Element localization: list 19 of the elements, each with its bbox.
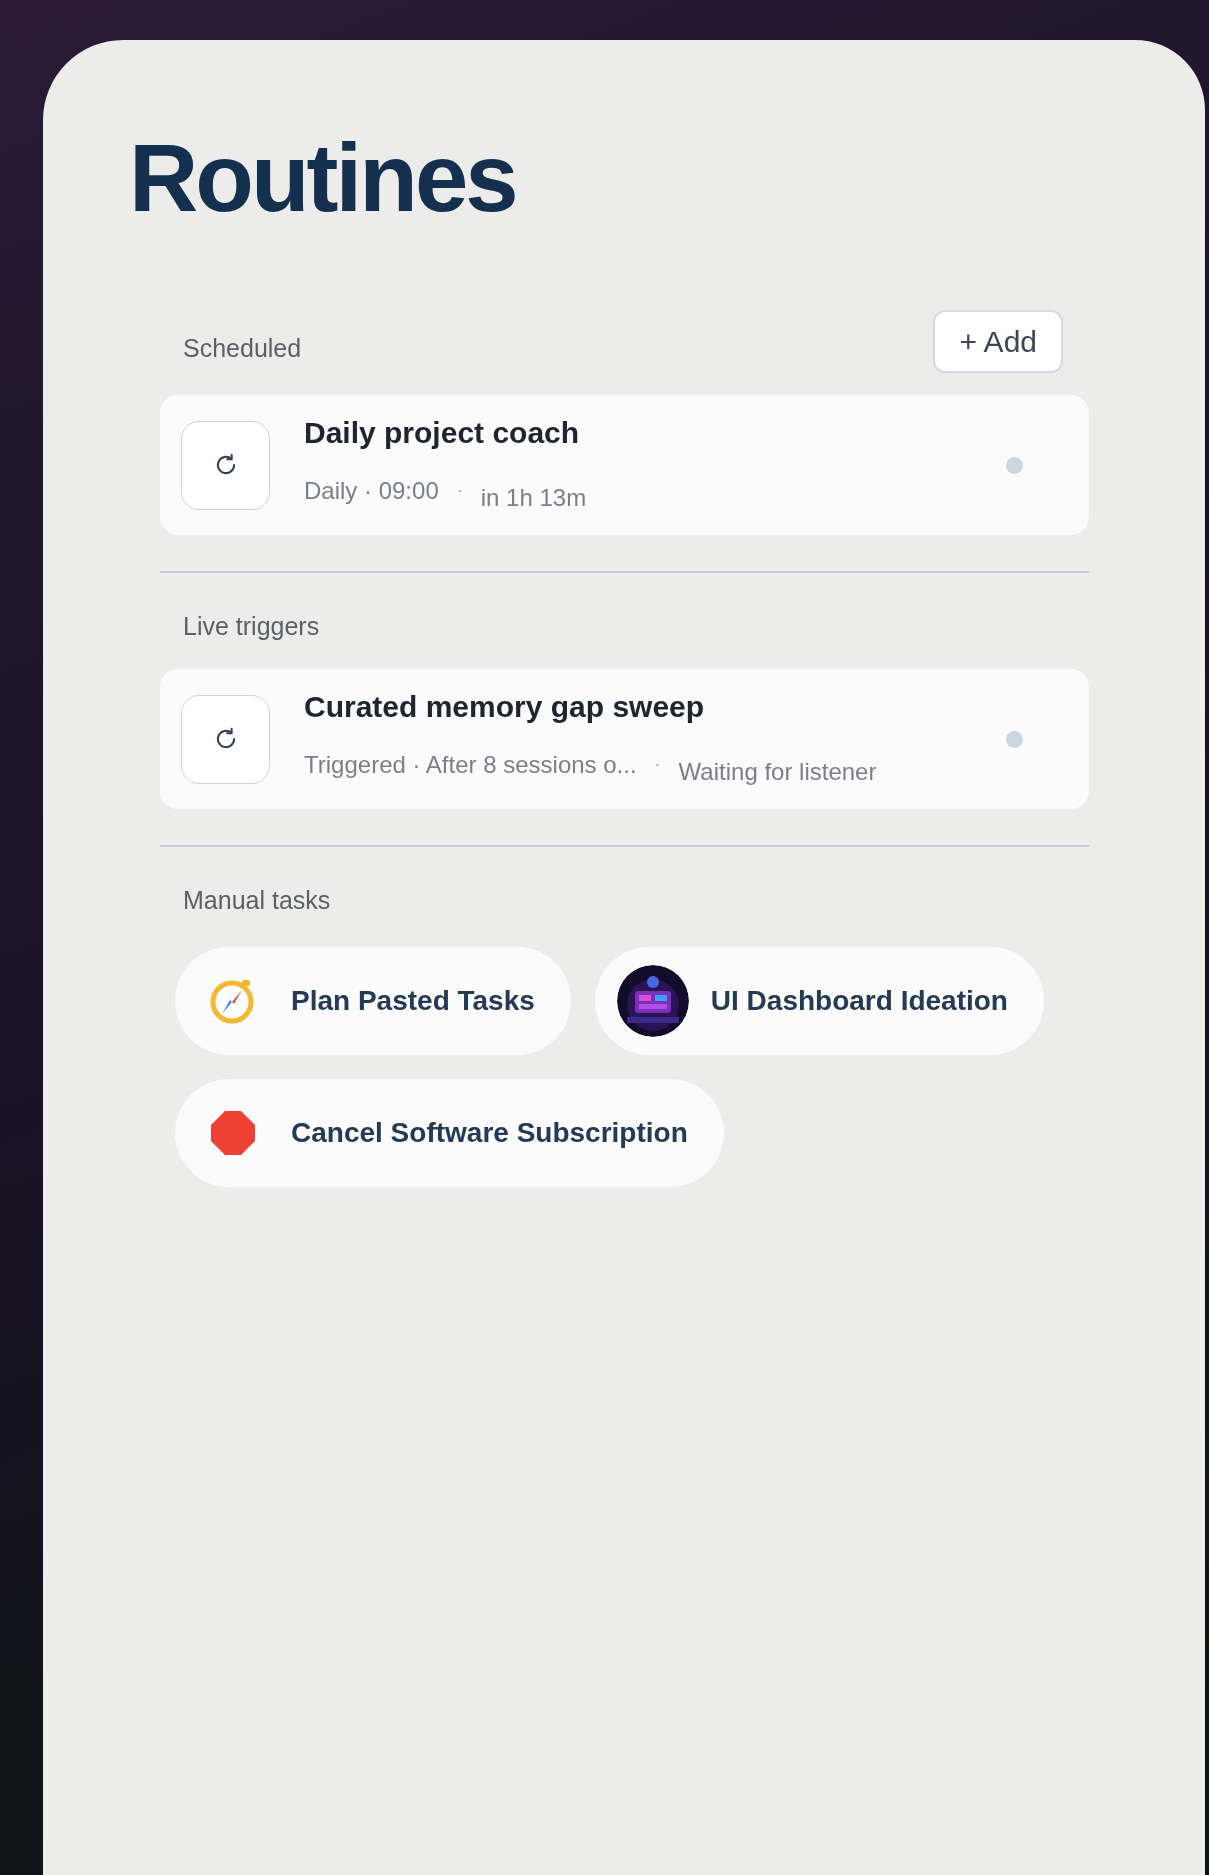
separator-dot: · xyxy=(456,479,463,503)
section-label: Live triggers xyxy=(183,611,320,643)
routine-schedule: Triggered · After 8 sessions o... xyxy=(304,749,637,780)
page-title: Routines xyxy=(129,130,517,226)
task-chip[interactable]: Cancel Software Subscription xyxy=(175,1079,724,1187)
routine-schedule: Daily · 09:00 xyxy=(304,475,439,506)
routine-status: in 1h 13m xyxy=(480,482,587,513)
routine-title: Daily project coach xyxy=(304,415,581,452)
task-chip[interactable]: Plan Pasted Tasks xyxy=(175,947,571,1055)
task-chip[interactable]: UI Dashboard Ideation xyxy=(594,947,1044,1055)
stop-sign-icon xyxy=(208,1108,258,1158)
section-label: Manual tasks xyxy=(183,885,331,917)
routine-card[interactable]: Daily project coach Daily · 09:00 · in 1h 13m xyxy=(160,395,1089,535)
routine-card[interactable]: Curated memory gap sweep Triggered · After 8 sessions o... · Waiting for listener xyxy=(160,669,1089,809)
separator-dot: · xyxy=(654,753,661,777)
add-button[interactable]: + Add xyxy=(933,310,1063,373)
section-label: Scheduled xyxy=(183,332,302,364)
routine-status: Waiting for listener xyxy=(678,756,877,787)
routine-title: Curated memory gap sweep xyxy=(304,689,706,726)
